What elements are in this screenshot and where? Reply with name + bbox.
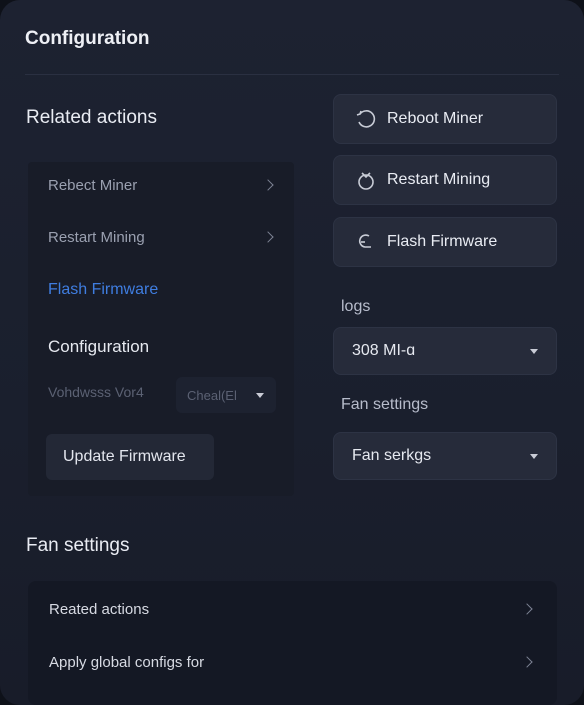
action-label: Reboot Miner [387,110,484,127]
logs-select-value: 308 MI-ɑ [352,342,416,359]
list-item-related-actions[interactable]: Reated actions [28,583,557,635]
divider [25,74,559,75]
list-item-restart-mining[interactable]: Restart Mining [28,217,294,257]
list-item-label: Reated actions [49,600,150,618]
channel-select[interactable]: Cheal(El [176,377,276,413]
fan-settings-heading: Fan settings [26,535,130,556]
related-actions-list: Rebect Miner Restart Mining Flash Firmwa… [28,162,294,496]
fan-select-value: Fan serkgs [352,447,432,464]
action-label: Restart Mining [387,171,491,188]
caret-down-icon [530,454,538,459]
fan-settings-label: Fan settings [341,396,429,413]
logs-label: logs [341,298,371,315]
configuration-panel: Configuration Related actions Rebect Min… [0,0,584,705]
list-item-label: Apply global configs for [49,653,205,671]
logs-select[interactable]: 308 MI-ɑ [333,327,557,375]
flash-firmware-button[interactable]: Flash Firmware [333,217,557,267]
restart-mining-button[interactable]: Restart Mining [333,155,557,205]
reboot-miner-button[interactable]: Reboot Miner [333,94,557,144]
version-field-label: Vohdwsss Vor4 [48,384,144,400]
update-firmware-button[interactable]: Update Firmware [46,434,214,480]
caret-down-icon [530,349,538,354]
chevron-right-icon [262,231,274,243]
chevron-right-icon [521,656,533,668]
channel-select-value: Cheal(El [187,387,237,403]
list-item-label: Flash Firmware [48,281,159,298]
restart-icon [354,168,378,192]
configuration-subheading: Configuration [48,337,150,356]
list-item-label: Restart Mining [48,228,145,246]
fan-settings-select[interactable]: Fan serkgs [333,432,557,480]
page-title: Configuration [25,28,150,49]
chevron-right-icon [521,603,533,615]
fan-settings-list: Reated actions Apply global configs for [28,581,557,705]
list-item-apply-global-configs[interactable]: Apply global configs for [28,636,557,688]
related-actions-heading: Related actions [26,107,157,128]
reboot-icon [354,107,378,131]
flash-firmware-link[interactable]: Flash Firmware [28,270,294,310]
caret-down-icon [256,393,264,398]
action-label: Flash Firmware [387,233,498,250]
list-item-reboot-miner[interactable]: Rebect Miner [28,165,294,205]
flash-icon [354,230,378,254]
list-item-label: Rebect Miner [48,176,138,194]
chevron-right-icon [262,179,274,191]
